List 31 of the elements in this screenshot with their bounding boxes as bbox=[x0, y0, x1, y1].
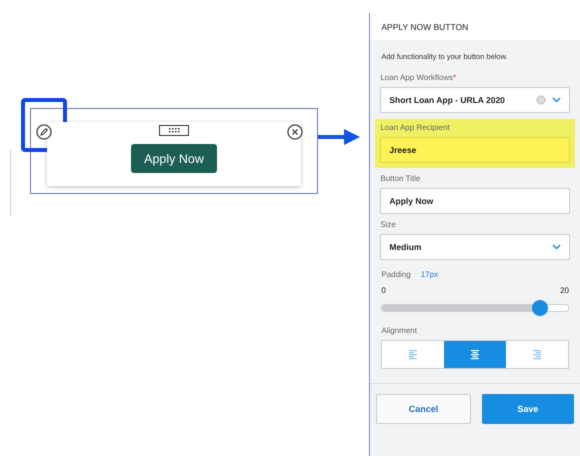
field-label: Size bbox=[380, 220, 397, 229]
align-left-icon bbox=[408, 349, 419, 360]
align-right-icon bbox=[532, 349, 543, 360]
clear-icon[interactable] bbox=[536, 95, 546, 105]
chevron-down-icon bbox=[552, 97, 561, 103]
input-field[interactable]: Apply Now bbox=[380, 188, 570, 214]
edit-icon[interactable] bbox=[36, 124, 52, 140]
align-center-icon bbox=[470, 349, 481, 360]
field-label: Loan App Workflows* bbox=[380, 73, 458, 82]
field-label: Padding bbox=[381, 270, 411, 279]
select-field[interactable]: Short Loan App - URLA 2020 bbox=[380, 87, 570, 113]
drag-handle-icon[interactable] bbox=[159, 125, 189, 136]
align-button[interactable] bbox=[444, 341, 506, 368]
panel-title: APPLY NOW BUTTON bbox=[381, 22, 468, 32]
padding-value: 17px bbox=[420, 270, 438, 281]
close-icon[interactable] bbox=[287, 124, 303, 140]
apply-now-button[interactable]: Apply Now bbox=[131, 144, 217, 173]
field-label: Button Title bbox=[380, 174, 422, 183]
min-label: 0 bbox=[381, 286, 386, 295]
align-button[interactable] bbox=[382, 341, 444, 368]
field-label: Alignment bbox=[380, 326, 418, 335]
input-field[interactable]: Jreese bbox=[380, 137, 570, 163]
slider-thumb[interactable] bbox=[532, 300, 548, 316]
save-button[interactable]: Save bbox=[482, 394, 574, 424]
field-label: Loan App Recipient bbox=[380, 123, 451, 132]
cancel-button[interactable]: Cancel bbox=[376, 394, 471, 424]
chevron-down-icon bbox=[552, 244, 561, 250]
max-label: 20 bbox=[560, 286, 569, 295]
align-button[interactable] bbox=[506, 341, 568, 368]
arrow-icon bbox=[318, 127, 360, 147]
select-field[interactable]: Medium bbox=[380, 234, 570, 260]
